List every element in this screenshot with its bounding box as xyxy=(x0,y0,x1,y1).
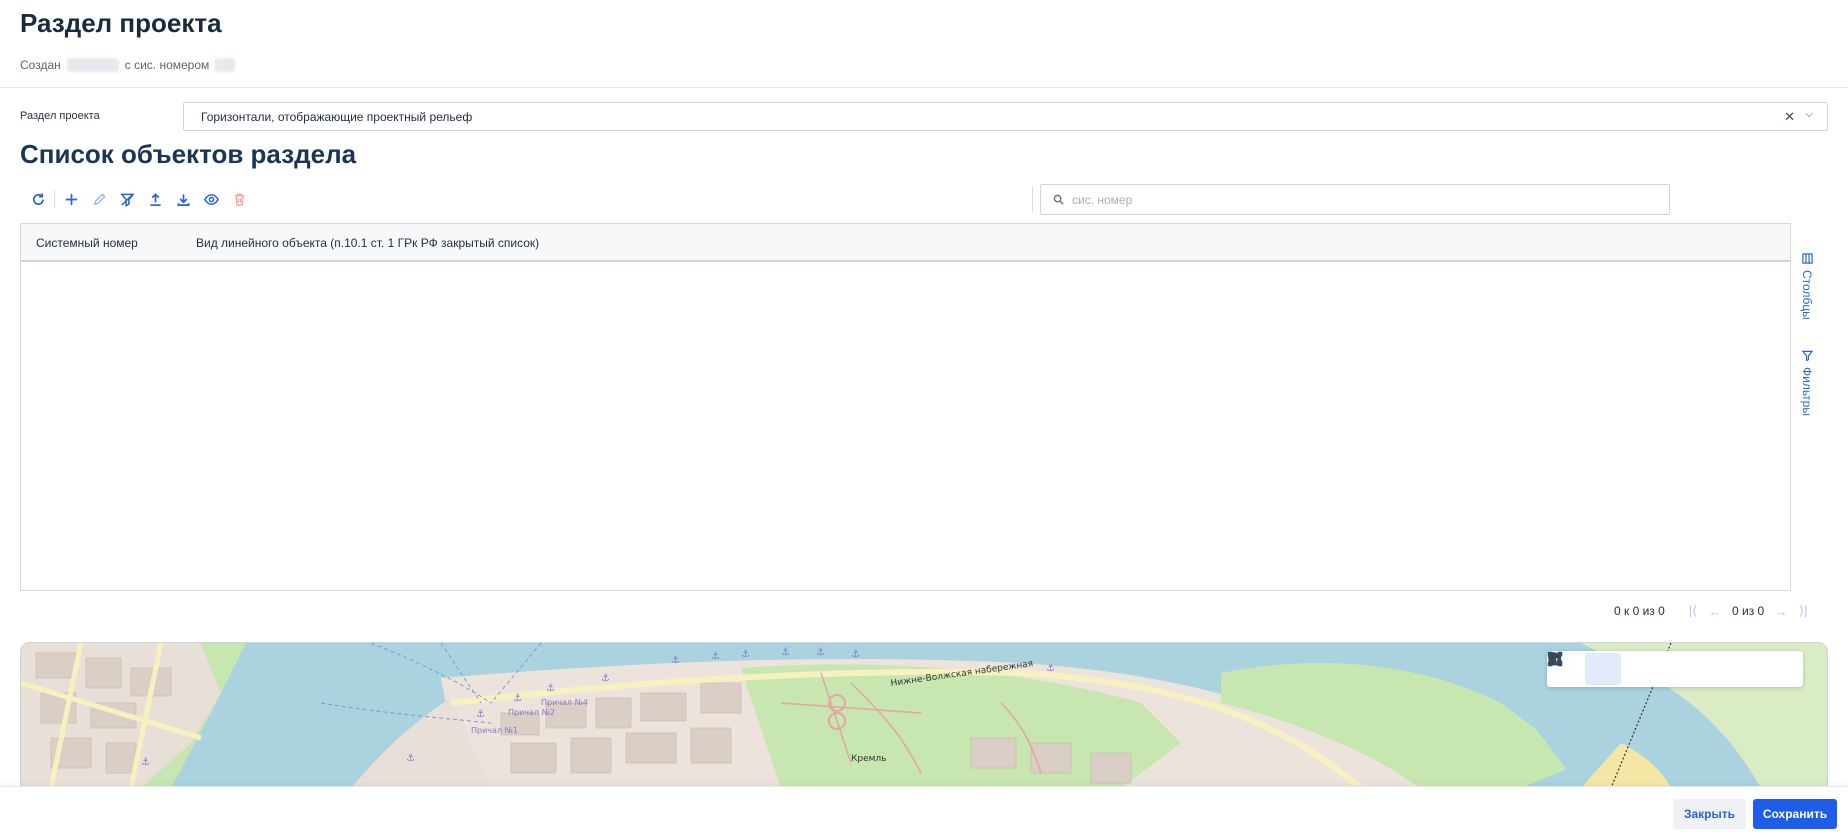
svg-text:⚓: ⚓ xyxy=(141,757,150,768)
objects-grid: Системный номер Вид линейного объекта (п… xyxy=(20,223,1791,591)
map-toolbar xyxy=(1547,651,1803,687)
columns-icon xyxy=(1801,253,1813,264)
footer-bar: Закрыть Сохранить xyxy=(0,786,1848,837)
pager-controls: |⟨ ← 0 из 0 → ⟩| xyxy=(1682,603,1814,619)
column-header-object-type[interactable]: Вид линейного объекта (п.10.1 ст. 1 ГРк … xyxy=(196,236,539,250)
svg-text:⚓: ⚓ xyxy=(1046,663,1055,674)
map-label-pier-1: Причал №1 xyxy=(471,726,518,735)
created-prefix: Создан xyxy=(20,58,61,72)
redacted-author xyxy=(66,58,119,72)
page-title: Раздел проекта xyxy=(20,8,222,38)
section-select-value: Горизонтали, отображающие проектный рель… xyxy=(201,109,473,124)
map-label-pier-2: Причал №2 xyxy=(508,708,555,717)
section-title: Список объектов раздела xyxy=(20,139,357,169)
svg-text:⚓: ⚓ xyxy=(476,709,485,720)
svg-text:⚓: ⚓ xyxy=(851,649,860,660)
select-area-icon[interactable] xyxy=(1547,651,1621,685)
svg-text:⚓: ⚓ xyxy=(406,753,415,764)
map-view[interactable]: ⚓ ⚓ ⚓ ⚓ ⚓ ⚓ ⚓ ⚓ ⚓ ⚓ ⚓ ⚓ ⚓ Нижне-Волжская набережн… xyxy=(20,642,1828,787)
divider xyxy=(0,87,1848,88)
filters-tab[interactable]: Фильтры xyxy=(1800,350,1814,416)
last-page-icon[interactable]: ⟩| xyxy=(1792,603,1814,619)
map-label-kremlin: Кремль xyxy=(851,754,887,764)
svg-text:⚓: ⚓ xyxy=(601,673,610,684)
pencil-icon[interactable] xyxy=(85,188,113,210)
export-icon[interactable] xyxy=(1549,652,1765,685)
pager-range: 0 к 0 из 0 xyxy=(1614,604,1665,618)
close-button[interactable]: Закрыть xyxy=(1673,799,1746,829)
svg-text:⚓: ⚓ xyxy=(546,683,555,694)
trash-icon[interactable] xyxy=(225,188,253,210)
camera-icon[interactable] xyxy=(1549,653,1729,685)
download-icon[interactable] xyxy=(169,188,197,210)
plus-icon[interactable] xyxy=(57,188,85,210)
sys-number-label: с сис. номером xyxy=(124,58,210,72)
svg-text:⚓: ⚓ xyxy=(816,647,825,658)
created-info: Создан с сис. номером xyxy=(20,58,236,72)
search-icon[interactable] xyxy=(1548,652,1693,685)
upload-icon[interactable] xyxy=(141,188,169,210)
section-field-label: Раздел проекта xyxy=(20,110,100,122)
eye-icon[interactable] xyxy=(197,188,225,210)
svg-text:⚓: ⚓ xyxy=(781,647,790,658)
measure-icon[interactable] xyxy=(1548,653,1657,685)
columns-tab[interactable]: Столбцы xyxy=(1800,253,1814,320)
filter-icon xyxy=(1801,350,1813,361)
svg-text:⚓: ⚓ xyxy=(671,655,680,666)
grid-toolbar xyxy=(24,188,253,210)
next-page-icon[interactable]: → xyxy=(1770,604,1792,619)
redacted-sys-number xyxy=(215,58,236,72)
search-input[interactable] xyxy=(1072,192,1652,207)
map-label-pier-4: Причал №4 xyxy=(541,698,588,707)
svg-text:⚓: ⚓ xyxy=(741,649,750,660)
chevron-down-icon[interactable]: ⌵ xyxy=(1805,109,1813,120)
pager-page: 0 из 0 xyxy=(1732,604,1765,618)
filter-clear-icon[interactable] xyxy=(113,188,141,210)
search-icon xyxy=(1053,194,1064,205)
grid-header: Системный номер Вид линейного объекта (п… xyxy=(21,224,1790,262)
svg-text:⚓: ⚓ xyxy=(513,693,522,704)
column-header-sys-number[interactable]: Системный номер xyxy=(36,236,138,250)
toolbar-divider xyxy=(1032,186,1033,212)
save-button[interactable]: Сохранить xyxy=(1753,799,1837,829)
clear-icon[interactable]: ✕ xyxy=(1784,109,1795,125)
section-select[interactable]: Горизонтали, отображающие проектный рель… xyxy=(183,102,1828,131)
fullscreen-icon[interactable] xyxy=(1548,652,1801,685)
columns-tab-label: Столбцы xyxy=(1800,270,1814,320)
toolbar-separator xyxy=(54,190,55,208)
prev-page-icon[interactable]: ← xyxy=(1704,604,1726,619)
svg-text:⚓: ⚓ xyxy=(711,651,720,662)
first-page-icon[interactable]: |⟨ xyxy=(1682,603,1704,619)
filters-tab-label: Фильтры xyxy=(1800,367,1814,416)
refresh-icon[interactable] xyxy=(24,188,52,210)
search-field[interactable] xyxy=(1040,184,1670,215)
